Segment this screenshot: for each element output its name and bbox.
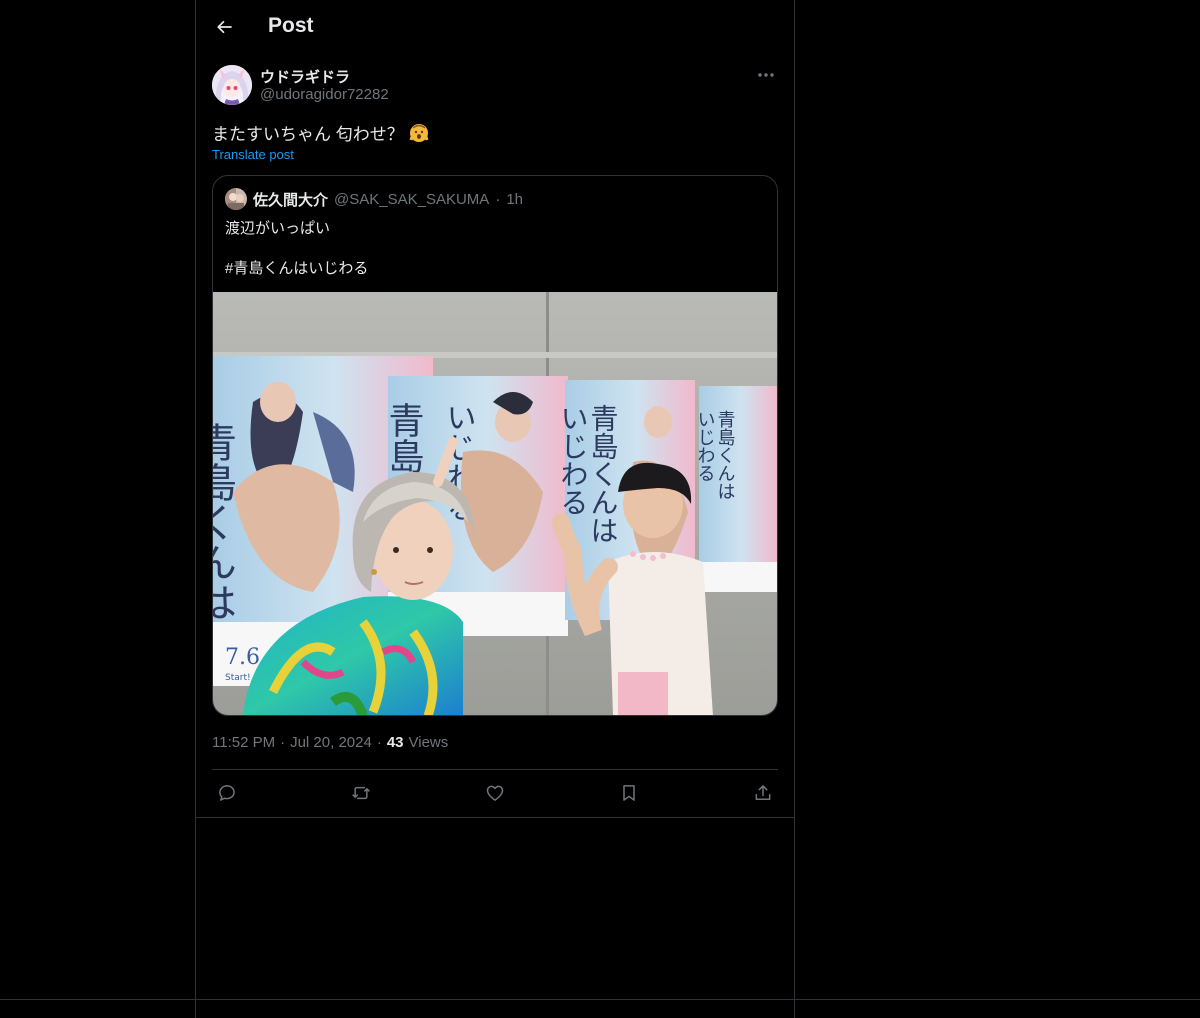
divider [196,817,794,818]
quoted-author-avatar [225,188,247,210]
bottom-border [0,999,1200,1000]
separator-dot: · [280,734,286,751]
quoted-post[interactable]: 佐久間大介 @SAK_SAK_SAKUMA · 1h 渡辺がいっぱい #青島くん… [212,175,778,716]
post-date[interactable]: Jul 20, 2024 [290,734,372,751]
poster-date: 7.6 [225,645,260,670]
quoted-post-photo[interactable]: 青島くんは 7.6 Start! 青島 いじわる いじわる 青島くんは いじわる… [213,292,777,715]
author-name[interactable]: ウドラギドラ [260,66,350,87]
views-count: 43 [386,734,404,751]
post-author: ウドラギドラ @udoragidor72282 [212,64,778,108]
post-text: またすいちゃん 匂わせ？ [212,120,430,145]
reply-button[interactable] [212,778,242,808]
share-button[interactable] [748,778,778,808]
views-label: Views [408,734,449,751]
more-options-button[interactable] [754,64,778,86]
primary-column: Post ウドラギドラ @udoragidor72282 またすいちゃん 匂わせ… [195,0,795,1018]
arrow-left-icon [217,20,232,34]
author-avatar[interactable] [212,65,252,105]
page-header: Post [196,0,794,54]
repost-button[interactable] [346,778,376,808]
svg-text:青島: 青島 [383,402,424,474]
quoted-post-hashtag[interactable]: #青島くんはいじわる [225,257,368,278]
post-metadata: 11:52 PM · Jul 20, 2024 · 43 Views [212,734,448,751]
author-handle[interactable]: @udoragidor72282 [260,86,389,103]
svg-text:いじわる: いじわる [557,404,590,516]
bookmark-button[interactable] [614,778,644,808]
quoted-author-name: 佐久間大介 [253,191,329,209]
shushing-face-emoji [409,123,429,142]
svg-text:いじわる: いじわる [695,410,716,482]
bookmark-icon [623,785,635,801]
share-icon [755,785,771,800]
like-button[interactable] [480,778,510,808]
separator-dot: · [495,190,501,208]
quoted-post-header: 佐久間大介 @SAK_SAK_SAKUMA · 1h [225,188,523,210]
svg-text:青島くんは: 青島くんは [587,404,620,544]
reply-icon [219,785,235,801]
page-title: Post [268,14,314,37]
svg-text:Start!: Start! [225,673,251,683]
post-actions-bar [212,778,778,808]
svg-text:青島くんは: 青島くんは [715,410,736,500]
quoted-author-handle: @SAK_SAK_SAKUMA [334,190,490,208]
repost-icon [352,786,370,800]
more-horizontal-icon [758,73,774,77]
like-icon [486,785,504,801]
post-time[interactable]: 11:52 PM [212,734,275,751]
svg-text:青島くんは: 青島くんは [213,422,236,622]
separator-dot: · [376,734,382,751]
back-button[interactable] [208,10,242,44]
translate-post-link[interactable]: Translate post [212,147,294,162]
post-text-content: またすいちゃん 匂わせ？ [212,125,404,144]
quoted-post-text: 渡辺がいっぱい [225,220,331,237]
quoted-post-time: 1h [506,190,523,208]
divider [212,769,778,770]
